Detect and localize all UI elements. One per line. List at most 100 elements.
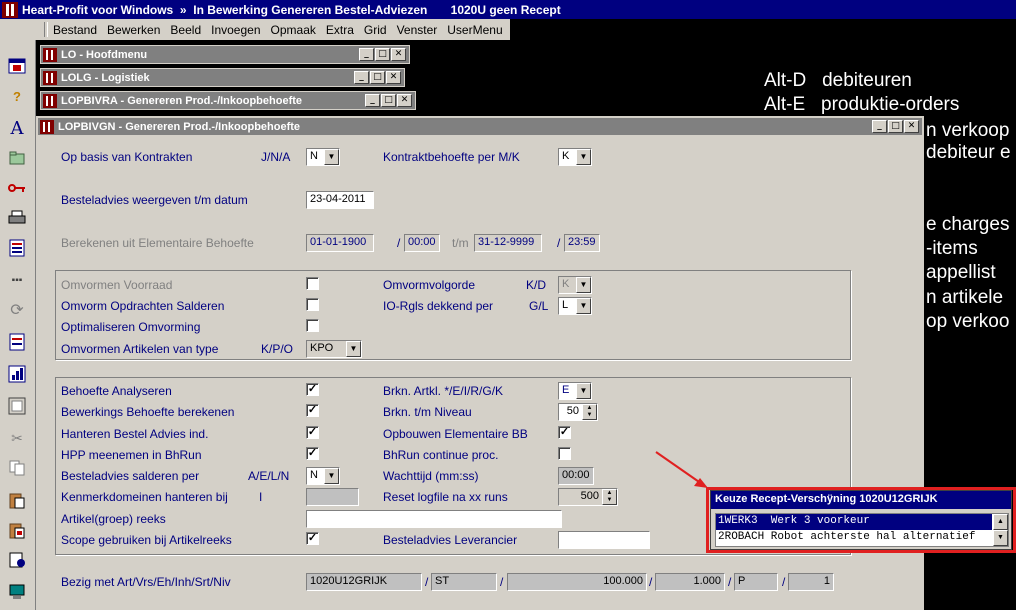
menu-strip: Bestand Bewerken Beeld Invoegen Opmaak E… [0,19,537,40]
chevron-down-icon[interactable]: ▼ [576,149,591,165]
bezig-label: Bezig met Art/Vrs/Eh/Inh/Srt/Niv [61,575,231,589]
best-lev-label: Besteladvies Leverancier [383,533,518,547]
opt-omv-checkbox[interactable] [306,319,319,332]
elem-to-time[interactable]: 23:59 [564,234,600,252]
omv-voorraad-checkbox[interactable] [306,277,319,290]
chevron-down-icon[interactable]: ▼ [576,277,591,293]
refresh-icon[interactable]: ⟳ [6,300,28,320]
opt-omv-label: Optimaliseren Omvorming [61,320,201,334]
spin-updown-icon[interactable]: ▲ ▼ [582,404,597,420]
menu-invoegen[interactable]: Invoegen [206,23,265,37]
omv-opdr-checkbox[interactable] [306,298,319,311]
bhrun-checkbox[interactable] [558,447,571,460]
menu-bestand[interactable]: Bestand [48,23,102,37]
opb-elem-checkbox[interactable]: ✓ [558,426,571,439]
maximize-button[interactable]: □ [375,48,390,61]
cut-icon[interactable]: ✂ [6,428,28,448]
import-icon[interactable] [6,332,28,352]
menu-extra[interactable]: Extra [321,23,359,37]
elem-to-date[interactable]: 31-12-9999 [474,234,542,252]
menu-usermenu[interactable]: UserMenu [442,23,507,37]
folder-icon[interactable] [6,148,28,168]
omv-voorraad-label: Omvormen Voorraad [61,278,173,292]
paste-special-icon[interactable] [6,520,28,540]
best-sald-select[interactable]: N ▼ [306,467,340,485]
reset-log-stepper[interactable]: 500 ▲ ▼ [558,488,618,506]
font-icon[interactable]: A [6,118,28,139]
kenmerk-input[interactable] [306,488,359,506]
minimize-button[interactable]: _ [872,120,887,133]
basis-label: Op basis van Kontrakten [61,150,193,164]
bezig-art-field: 1020U12GRIJK [306,573,422,591]
chevron-down-icon[interactable]: ▼ [346,341,361,357]
best-lev-input[interactable] [558,531,650,549]
paste-icon[interactable] [6,490,28,510]
maximize-button[interactable]: □ [381,94,396,107]
scope-checkbox[interactable]: ✓ [306,532,319,545]
app-title: Heart-Profit voor Windows » In Bewerking… [22,2,561,17]
beh-analyse-label: Behoefte Analyseren [61,384,172,398]
bew-beh-checkbox[interactable]: ✓ [306,404,319,417]
window-icon[interactable] [6,56,28,76]
kontrakt-select[interactable]: K ▼ [558,148,592,166]
left-toolbar: ? A ▪▪▪ ⟳ ✂ [0,40,36,610]
main-window-titlebar[interactable]: LOPBIVGN - Genereren Prod.-/Inkoopbehoef… [37,117,923,136]
chevron-down-icon[interactable]: ▼ [576,383,591,399]
menu-bewerken[interactable]: Bewerken [102,23,165,37]
bezig-eh-field: 100.000 [507,573,647,591]
close-button[interactable]: ✕ [397,94,412,107]
computer-icon[interactable] [6,582,28,602]
menu-opmaak[interactable]: Opmaak [266,23,321,37]
mdi-window-hoofdmenu[interactable]: LO - Hoofdmenu _ □ ✕ [40,45,410,64]
elem-from-date[interactable]: 01-01-1900 [306,234,374,252]
menu-beeld[interactable]: Beeld [165,23,206,37]
copy-icon[interactable] [6,458,28,478]
key-icon[interactable] [6,178,28,198]
mdi-window-lopbivra[interactable]: LOPBIVRA - Genereren Prod.-/Inkoopbehoef… [40,91,416,110]
brkn-artkl-select[interactable]: E ▼ [558,382,592,400]
close-button[interactable]: ✕ [391,48,406,61]
hant-bestel-checkbox[interactable]: ✓ [306,426,319,439]
datum-input[interactable]: 23-04-2011 [306,191,374,209]
elem-from-time[interactable]: 00:00 [404,234,440,252]
mdi-window-logistiek[interactable]: LOLG - Logistiek _ □ ✕ [40,68,405,87]
app-titlebar: Heart-Profit voor Windows » In Bewerking… [0,0,1016,19]
omv-volgorde-select[interactable]: K ▼ [558,276,592,294]
numbers-icon[interactable]: ▪▪▪ [6,270,28,290]
wacht-input[interactable]: 00:00 [558,467,594,485]
minimize-button[interactable]: _ [354,71,369,84]
form-icon[interactable] [6,238,28,258]
maximize-button[interactable]: □ [888,120,903,133]
chart-icon[interactable] [6,364,28,384]
maximize-button[interactable]: □ [370,71,385,84]
minimize-button[interactable]: _ [359,48,374,61]
basis-select[interactable]: N ▼ [306,148,340,166]
app-logo-icon [2,1,18,18]
hpp-checkbox[interactable]: ✓ [306,447,319,460]
separator: / [649,575,653,589]
beh-analyse-checkbox[interactable]: ✓ [306,383,319,396]
close-button[interactable]: ✕ [386,71,401,84]
chevron-down-icon[interactable]: ▼ [324,149,339,165]
kontrakt-label: Kontraktbehoefte per M/K [383,150,520,164]
datum-label: Besteladvies weergeven t/m datum [61,193,248,207]
spin-updown-icon[interactable]: ▲ ▼ [602,489,617,505]
menu-grid[interactable]: Grid [359,23,392,37]
omv-art-select[interactable]: KPO ▼ [306,340,362,358]
brkn-niveau-stepper[interactable]: 50 ▲ ▼ [558,403,598,421]
printer-icon[interactable] [6,208,28,228]
io-rgls-select[interactable]: L ▼ [558,297,592,315]
minimize-button[interactable]: _ [365,94,380,107]
chevron-down-icon[interactable]: ▼ [324,468,339,484]
artikel-reeks-input[interactable] [306,510,562,528]
frame-icon[interactable] [6,396,28,416]
omv-volgorde-label: Omvormvolgorde [383,278,476,292]
menu-venster[interactable]: Venster [392,23,443,37]
close-button[interactable]: ✕ [904,120,919,133]
bezig-niv-field: 1 [788,573,834,591]
help-icon[interactable]: ? [6,86,28,106]
bg-text-items: -items [926,238,978,259]
menu-help[interactable]: Help [508,23,543,37]
settings-icon[interactable] [6,550,28,570]
chevron-down-icon[interactable]: ▼ [576,298,591,314]
